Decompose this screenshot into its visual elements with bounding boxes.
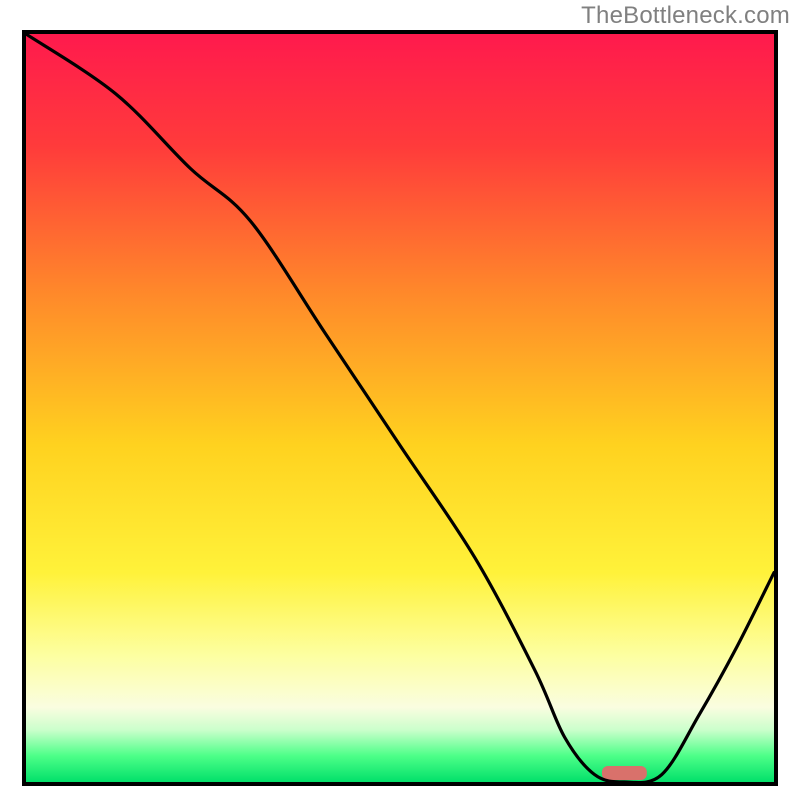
chart-container: TheBottleneck.com (0, 0, 800, 800)
gradient-background (26, 34, 774, 782)
plot-svg (26, 34, 774, 782)
optimal-range-marker (602, 766, 647, 780)
plot-area (22, 30, 778, 786)
watermark-text: TheBottleneck.com (581, 2, 790, 30)
